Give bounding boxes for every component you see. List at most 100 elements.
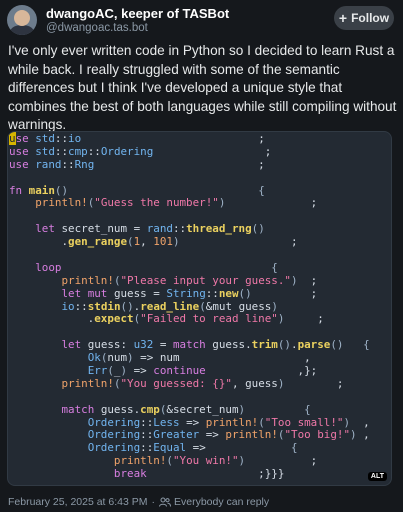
code-token: trim xyxy=(251,338,278,352)
code-token: , guess xyxy=(231,376,278,390)
code-token: use xyxy=(9,157,36,171)
code-token: => xyxy=(127,364,154,378)
code-token: println! xyxy=(113,454,167,468)
code-token: rand xyxy=(35,157,62,171)
code-token: let xyxy=(35,222,62,236)
code-token: Equal xyxy=(153,441,187,455)
code-token: ; xyxy=(245,454,318,468)
code-token: match xyxy=(61,402,101,416)
code-token: "Too big!" xyxy=(284,428,351,442)
code-token: u32 xyxy=(133,338,154,352)
code-token: () xyxy=(238,286,252,300)
code-token: { xyxy=(271,260,278,274)
code-line: use rand::Rng ; xyxy=(9,157,391,172)
code-token: () xyxy=(277,338,291,352)
code-token: &secret_num xyxy=(166,402,239,416)
reply-setting[interactable]: Everybody can reply xyxy=(174,496,269,508)
code-token: se xyxy=(15,132,36,145)
code-token: main xyxy=(28,183,55,197)
code-token: { xyxy=(304,402,311,416)
code-token: () xyxy=(251,222,265,236)
code-token: ; xyxy=(225,196,318,210)
code-token: Ordering xyxy=(100,144,154,158)
code-token: . xyxy=(9,235,69,249)
code-token: :: xyxy=(54,132,69,145)
code-token: parse xyxy=(297,338,331,352)
code-line: println!("You guessed: {}", guess) ; xyxy=(9,376,391,391)
code-token: stdin xyxy=(87,299,121,313)
code-token: => xyxy=(199,428,226,442)
code-token: , xyxy=(140,235,154,249)
follow-button[interactable]: + Follow xyxy=(334,6,394,30)
avatar-body-shape xyxy=(10,25,34,35)
code-token: new xyxy=(218,286,239,300)
plus-icon: + xyxy=(338,10,348,26)
code-token: num xyxy=(107,351,128,365)
code-token: println! xyxy=(225,428,278,442)
code-token: ; xyxy=(284,312,324,326)
code-token: () xyxy=(120,299,134,313)
code-token: fn xyxy=(9,183,29,197)
code-token: "Guess the number!" xyxy=(94,196,219,210)
code-token: Ordering xyxy=(87,441,141,455)
code-token: :: xyxy=(87,144,101,158)
code-token: io xyxy=(68,132,82,145)
code-token: io xyxy=(61,299,75,313)
code-token: Ordering xyxy=(87,415,141,429)
code-token: &mut guess xyxy=(205,299,272,313)
code-token: { xyxy=(363,338,370,352)
code-token: . xyxy=(9,312,95,326)
code-token: Ok xyxy=(87,351,101,365)
code-token: = xyxy=(153,338,173,352)
code-token: expect xyxy=(94,312,134,326)
code-token: break xyxy=(113,467,147,481)
code-image[interactable]: use std::io ; use std::cmp::Ordering ; use… xyxy=(7,131,392,486)
post-header: dwangoAC, keeper of TASBot @dwangoac.tas… xyxy=(0,0,403,40)
code-token: guess = xyxy=(113,286,167,300)
code-token: println! xyxy=(205,415,259,429)
avatar-face-shape xyxy=(14,10,30,26)
code-token: String xyxy=(166,286,206,300)
code-token: Rng xyxy=(74,157,95,171)
code-token: => xyxy=(179,415,206,429)
code-token: 101 xyxy=(153,235,173,249)
code-token: std xyxy=(35,132,55,145)
post-date[interactable]: February 25, 2025 at 6:43 PM xyxy=(8,496,148,508)
code-token: guess: xyxy=(87,338,134,352)
author-handle[interactable]: @dwangoac.tas.bot xyxy=(46,22,148,34)
code-token: :: xyxy=(172,222,187,236)
code-token: Ordering xyxy=(87,428,141,442)
alt-badge[interactable]: ALT xyxy=(367,472,387,481)
code-token: :: xyxy=(205,286,219,300)
code-token: secret_num = xyxy=(61,222,147,236)
code-token: "You guessed: {}" xyxy=(120,376,232,390)
code-token: rand xyxy=(146,222,173,236)
code-token: match xyxy=(172,338,213,352)
code-token: ) xyxy=(271,299,278,313)
code-token: () xyxy=(54,183,69,197)
code-token: cmp xyxy=(68,144,88,158)
code-token: => xyxy=(186,441,206,455)
author-display-name[interactable]: dwangoAC, keeper of TASBot xyxy=(46,6,229,21)
code-token: :: xyxy=(74,299,88,313)
code-line: .expect("Failed to read line") ; xyxy=(9,313,391,326)
avatar[interactable] xyxy=(7,5,37,35)
code-token: let mut xyxy=(61,286,114,300)
post-meta: February 25, 2025 at 6:43 PM · Everybody… xyxy=(8,496,269,508)
code-line: break ;}}} xyxy=(9,467,391,481)
code-token: gen_range xyxy=(68,235,128,249)
code-token: let xyxy=(61,338,88,352)
